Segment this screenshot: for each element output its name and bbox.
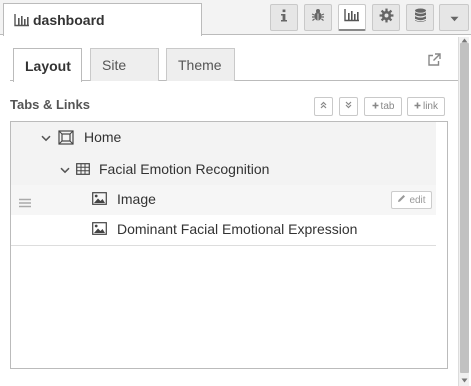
- tab-label: Home: [84, 129, 122, 145]
- dashboard-tab-bar: Layout Site Theme: [0, 36, 471, 82]
- section-title: Tabs & Links: [10, 97, 90, 112]
- bug-icon: [311, 8, 325, 27]
- caret-down-icon: [450, 9, 459, 27]
- plus-icon: [414, 101, 421, 112]
- scroll-down-arrow-icon[interactable]: [460, 377, 469, 383]
- tab-icon: [58, 130, 74, 145]
- chevron-down-icon[interactable]: [40, 132, 52, 144]
- config-button[interactable]: [372, 4, 400, 31]
- dashboard-sidebar: dashboard Layout Site Theme Tabs & Links…: [0, 0, 471, 386]
- bar-chart-icon: [344, 8, 360, 27]
- edit-widget-button[interactable]: edit: [391, 191, 432, 209]
- tab-theme-label: Theme: [178, 57, 222, 73]
- add-tab-label: tab: [380, 101, 395, 112]
- collapse-all-button[interactable]: [339, 97, 358, 116]
- plus-icon: [372, 101, 379, 112]
- tab-site[interactable]: Site: [90, 48, 159, 81]
- expand-all-button[interactable]: [314, 97, 333, 116]
- dashboard-button[interactable]: [338, 4, 366, 31]
- bar-chart-icon: [14, 13, 30, 27]
- tree-widget-dominant-facial-emotional-expression[interactable]: Dominant Facial Emotional Expression: [11, 215, 436, 245]
- sidebar-scrollbar-thumb[interactable]: [460, 43, 469, 373]
- database-icon: [414, 8, 427, 28]
- tab-layout-label: Layout: [25, 57, 71, 74]
- debug-button[interactable]: [304, 4, 332, 31]
- tab-theme[interactable]: Theme: [166, 48, 235, 81]
- open-dashboard-button[interactable]: [426, 52, 442, 72]
- tab-site-label: Site: [102, 57, 127, 73]
- add-link-button[interactable]: link: [407, 97, 445, 116]
- double-chevron-up-icon: [320, 101, 327, 112]
- group-label: Facial Emotion Recognition: [99, 161, 270, 177]
- double-chevron-down-icon: [345, 101, 352, 112]
- info-button[interactable]: [270, 4, 298, 31]
- widget-label: Dominant Facial Emotional Expression: [117, 221, 358, 237]
- sidebar-header: dashboard: [0, 0, 471, 36]
- drag-handle-icon[interactable]: [19, 195, 31, 208]
- table-icon: [76, 163, 90, 175]
- pencil-icon: [397, 194, 406, 206]
- widget-label: Image: [117, 191, 156, 207]
- edit-label: edit: [409, 194, 426, 206]
- context-data-button[interactable]: [406, 4, 434, 31]
- tab-layout[interactable]: Layout: [13, 48, 82, 82]
- tree-group-facial-emotion-recognition[interactable]: Facial Emotion Recognition: [11, 154, 436, 185]
- chevron-down-icon[interactable]: [59, 164, 71, 176]
- tabs-links-tree: Home Facial Emotion Recognition Image ed…: [10, 121, 448, 369]
- tree-widget-image[interactable]: Image edit: [11, 185, 436, 215]
- info-icon: [280, 9, 288, 27]
- tree-tab-home[interactable]: Home: [11, 122, 436, 154]
- image-icon: [92, 222, 107, 235]
- image-icon: [92, 192, 107, 205]
- sidebar-scrollbar[interactable]: [458, 37, 469, 386]
- add-link-label: link: [422, 101, 438, 112]
- sidebar-tab-label: dashboard: [33, 12, 105, 28]
- external-link-icon: [427, 52, 441, 72]
- sidebar-menu-button[interactable]: [439, 4, 469, 31]
- add-tab-button[interactable]: tab: [364, 97, 402, 116]
- sidebar-tab-dashboard[interactable]: dashboard: [3, 3, 202, 36]
- gear-icon: [379, 8, 394, 28]
- tree-divider: [11, 245, 436, 246]
